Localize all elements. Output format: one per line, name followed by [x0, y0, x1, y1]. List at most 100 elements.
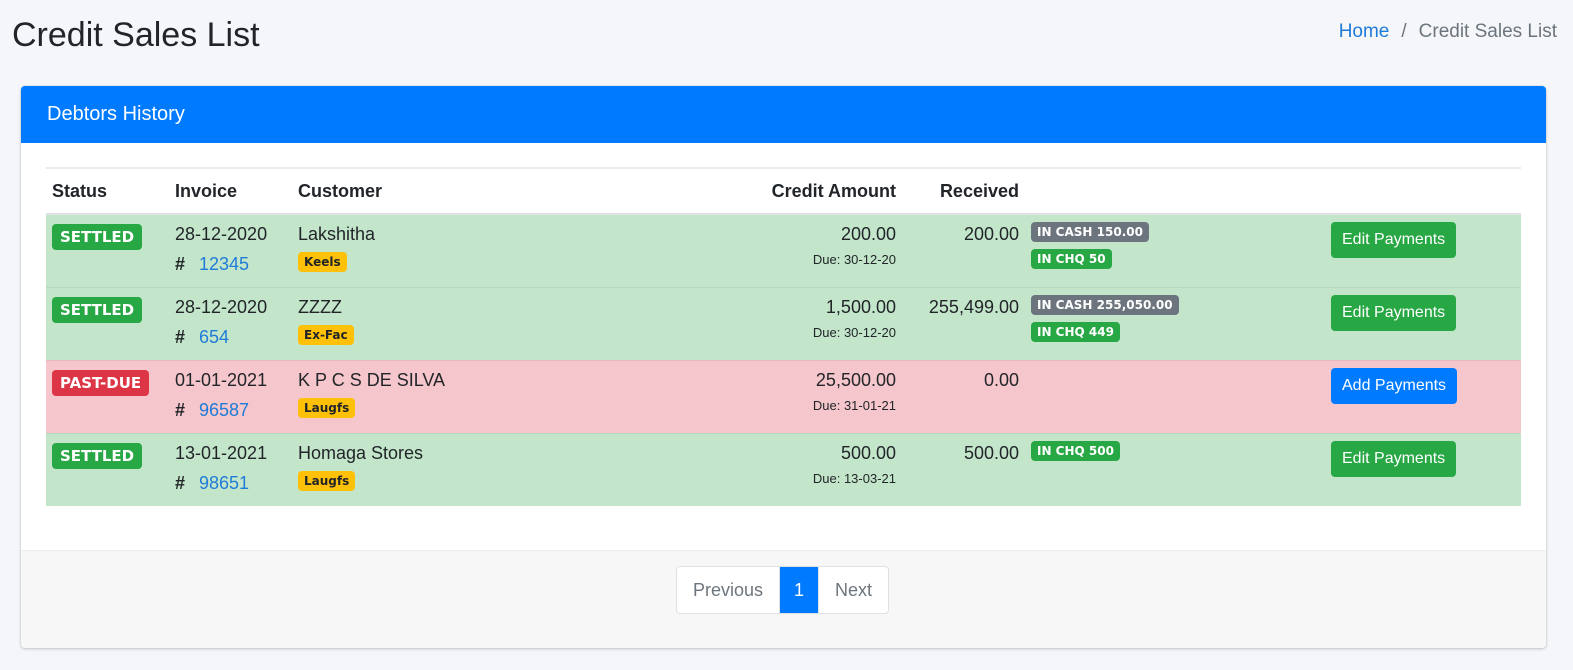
received-cell: 500.00: [902, 432, 1025, 506]
column-header-action: [1325, 167, 1521, 215]
customer-cell: K P C S DE SILVA Laugfs: [292, 359, 622, 433]
due-date: Due: 30-12-20: [812, 252, 896, 267]
invoice-hash: #: [175, 472, 186, 493]
received-cell: 200.00: [902, 213, 1025, 287]
received-amount: 255,499.00: [928, 296, 1019, 317]
debtors-card: Debtors History Status Invoice Customer …: [21, 86, 1546, 648]
payment-badge: IN CHQ 50: [1031, 249, 1112, 269]
status-badge: PAST-DUE: [52, 369, 150, 396]
breadcrumb-home-link[interactable]: Home: [1339, 21, 1390, 43]
invoice-hash: #: [175, 254, 186, 274]
invoice-number: #98651: [175, 471, 286, 495]
credit-amount-cell: 500.00 Due: 13-03-21: [622, 432, 902, 506]
customer-tag-badge: Ex-Fac: [298, 324, 354, 345]
breadcrumb-separator: /: [1401, 21, 1407, 42]
column-header-payments: [1025, 167, 1325, 215]
credit-amount: 25,500.00: [815, 369, 896, 390]
invoice-link[interactable]: 654: [199, 327, 229, 347]
invoice-date: 28-12-2020: [175, 296, 268, 317]
customer-cell: Homaga Stores Laugfs: [292, 432, 622, 506]
received-amount: 200.00: [963, 224, 1019, 244]
received-amount: 500.00: [963, 442, 1019, 463]
customer-tag-badge: Keels: [298, 252, 347, 272]
due-date: Due: 13-03-21: [812, 470, 896, 486]
table-row: SETTLED 28-12-2020 #12345 Lakshitha Keel…: [46, 213, 1521, 287]
invoice-cell: 28-12-2020 #654: [169, 286, 292, 360]
table-row: SETTLED 28-12-2020 #654 ZZZZ Ex-Fac 1,50…: [46, 286, 1521, 360]
status-cell: SETTLED: [46, 286, 169, 360]
action-cell: Edit Payments: [1325, 213, 1521, 287]
payment-list: IN CASH 255,050.00 IN CHQ 449: [1031, 294, 1319, 342]
pagination-page-1[interactable]: 1: [779, 567, 819, 613]
invoice-number: #96587: [175, 398, 286, 422]
edit-payments-button[interactable]: Edit Payments: [1331, 440, 1457, 477]
payments-cell: IN CASH 255,050.00 IN CHQ 449: [1025, 286, 1325, 360]
table-body: SETTLED 28-12-2020 #12345 Lakshitha Keel…: [46, 213, 1521, 506]
customer-cell: ZZZZ Ex-Fac: [292, 286, 622, 360]
invoice-date: 13-01-2021: [175, 442, 268, 463]
payment-badge: IN CHQ 500: [1031, 440, 1120, 461]
customer-name: Homaga Stores: [298, 442, 424, 463]
invoice-number: #12345: [175, 252, 286, 276]
customer-name: ZZZZ: [298, 296, 342, 317]
invoice-date: 01-01-2021: [175, 369, 268, 390]
invoice-link[interactable]: 12345: [199, 254, 249, 274]
payments-cell: IN CASH 150.00 IN CHQ 50: [1025, 213, 1325, 287]
payment-badge: IN CASH 150.00: [1031, 222, 1149, 242]
customer-tag-badge: Laugfs: [298, 470, 356, 491]
customer-tag-badge: Laugfs: [298, 397, 356, 418]
customer-name: Lakshitha: [298, 224, 376, 244]
status-badge: SETTLED: [52, 296, 143, 323]
received-amount: 0.00: [983, 369, 1019, 390]
payment-list: IN CHQ 500: [1031, 440, 1319, 461]
page-header: Credit Sales List Home / Credit Sales Li…: [0, 0, 1573, 80]
invoice-cell: 13-01-2021 #98651: [169, 432, 292, 506]
card-body: Status Invoice Customer Credit Amount Re…: [21, 143, 1546, 550]
payments-cell: [1025, 359, 1325, 433]
page-title: Credit Sales List: [12, 16, 260, 54]
invoice-link[interactable]: 96587: [199, 400, 249, 420]
card-footer: Previous 1 Next: [21, 550, 1546, 648]
column-header-status: Status: [46, 167, 169, 215]
credit-amount-cell: 25,500.00 Due: 31-01-21: [622, 359, 902, 433]
breadcrumb-current: Credit Sales List: [1418, 21, 1557, 42]
add-payments-button[interactable]: Add Payments: [1331, 367, 1458, 404]
breadcrumb: Home / Credit Sales List: [1339, 21, 1557, 43]
credit-amount-cell: 200.00 Due: 30-12-20: [622, 213, 902, 287]
status-cell: PAST-DUE: [46, 359, 169, 433]
status-badge: SETTLED: [52, 224, 143, 250]
received-cell: 0.00: [902, 359, 1025, 433]
payment-badge: IN CASH 255,050.00: [1031, 294, 1179, 315]
credit-amount-cell: 1,500.00 Due: 30-12-20: [622, 286, 902, 360]
customer-cell: Lakshitha Keels: [292, 213, 622, 287]
invoice-hash: #: [175, 399, 186, 420]
pagination-previous[interactable]: Previous: [677, 567, 779, 613]
status-badge: SETTLED: [52, 442, 143, 469]
column-header-customer: Customer: [292, 167, 622, 215]
column-header-credit-amount: Credit Amount: [622, 167, 902, 215]
received-cell: 255,499.00: [902, 286, 1025, 360]
action-cell: Edit Payments: [1325, 286, 1521, 360]
due-date: Due: 30-12-20: [812, 324, 896, 340]
card-header: Debtors History: [21, 86, 1546, 143]
table-header-row: Status Invoice Customer Credit Amount Re…: [46, 167, 1521, 215]
invoice-link[interactable]: 98651: [199, 473, 249, 493]
column-header-invoice: Invoice: [169, 167, 292, 215]
status-cell: SETTLED: [46, 432, 169, 506]
due-date: Due: 31-01-21: [812, 397, 896, 413]
customer-name: K P C S DE SILVA: [298, 369, 446, 390]
credit-amount: 200.00: [840, 224, 896, 244]
column-header-received: Received: [902, 167, 1025, 215]
edit-payments-button[interactable]: Edit Payments: [1331, 294, 1457, 331]
pagination-next[interactable]: Next: [818, 567, 888, 613]
edit-payments-button[interactable]: Edit Payments: [1331, 222, 1457, 258]
invoice-date: 28-12-2020: [175, 224, 268, 244]
pagination: Previous 1 Next: [676, 566, 890, 614]
debtors-table: Status Invoice Customer Credit Amount Re…: [46, 167, 1521, 506]
table-row: PAST-DUE 01-01-2021 #96587 K P C S DE SI…: [46, 359, 1521, 433]
payment-badge: IN CHQ 449: [1031, 321, 1120, 342]
status-cell: SETTLED: [46, 213, 169, 287]
payment-list: IN CASH 150.00 IN CHQ 50: [1031, 222, 1319, 269]
invoice-hash: #: [175, 326, 186, 347]
invoice-cell: 01-01-2021 #96587: [169, 359, 292, 433]
